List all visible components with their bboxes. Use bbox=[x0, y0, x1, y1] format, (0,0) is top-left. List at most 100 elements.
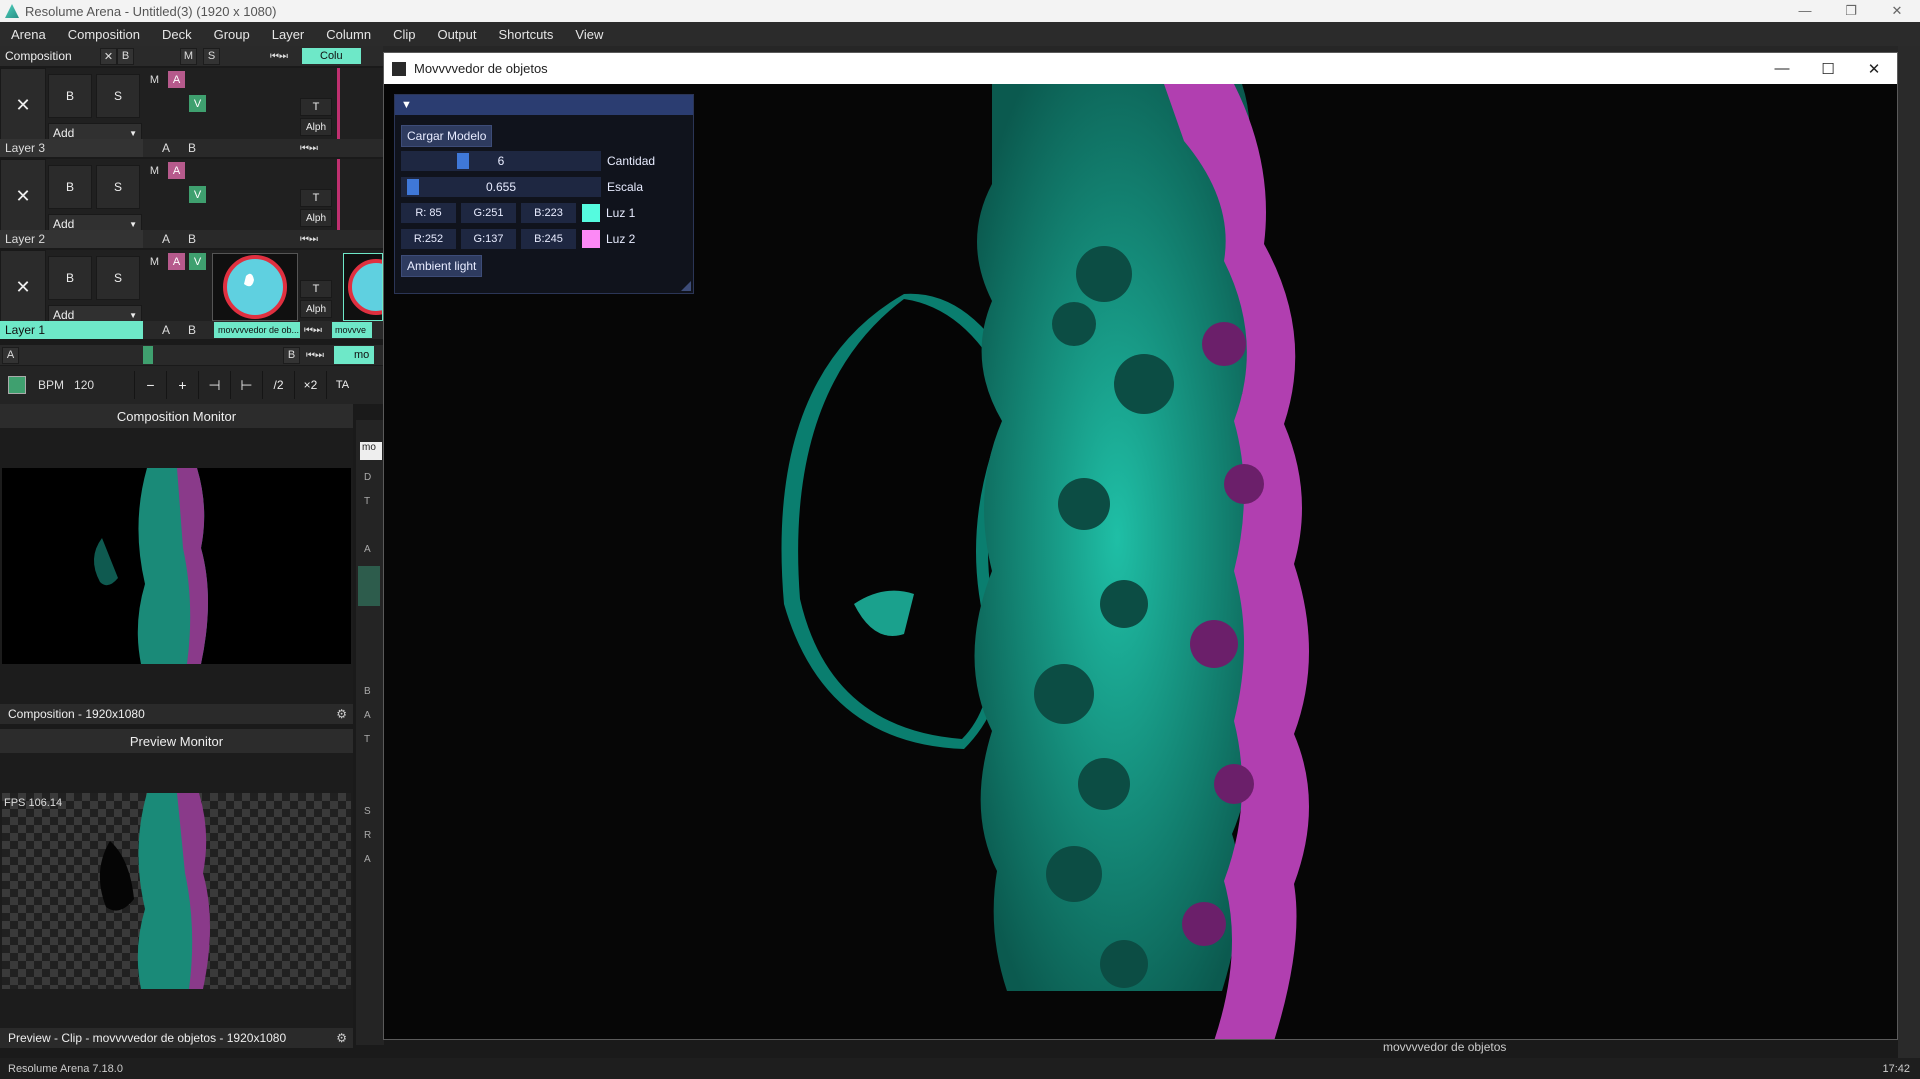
layer-m-button[interactable]: M bbox=[146, 253, 163, 270]
minimize-icon[interactable]: — bbox=[1782, 3, 1828, 19]
bpm-value[interactable]: 120 bbox=[74, 378, 134, 392]
layer-transition-button[interactable]: T bbox=[300, 189, 332, 207]
group-letter[interactable]: T bbox=[364, 496, 370, 507]
group-letter[interactable]: B bbox=[364, 686, 371, 697]
group-letter[interactable]: S bbox=[364, 806, 371, 817]
nudge-forward-icon[interactable]: ⊢ bbox=[230, 371, 262, 399]
composition-solo-button[interactable]: S bbox=[203, 47, 220, 65]
nudge-back-icon[interactable]: ⊣ bbox=[198, 371, 230, 399]
luz1-red-field[interactable]: R: 85 bbox=[401, 203, 456, 223]
layer-name[interactable]: Layer 3 bbox=[0, 139, 143, 157]
group-letter[interactable]: A bbox=[364, 854, 371, 865]
layer-transition-button[interactable]: T bbox=[300, 98, 332, 116]
layer-m-button[interactable]: M bbox=[146, 71, 163, 88]
crossfade-b-button[interactable]: B bbox=[179, 323, 205, 337]
luz1-blue-field[interactable]: B:223 bbox=[521, 203, 576, 223]
group-letter[interactable]: A bbox=[364, 710, 371, 721]
slider-knob[interactable] bbox=[407, 179, 419, 195]
minimize-icon[interactable]: — bbox=[1759, 60, 1805, 78]
resize-grip-icon[interactable] bbox=[681, 281, 691, 291]
ambient-light-button[interactable]: Ambient light bbox=[401, 255, 483, 277]
composition-clear-button[interactable]: ✕ bbox=[100, 47, 117, 65]
layer-bypass-button[interactable]: B bbox=[48, 165, 92, 209]
menu-deck[interactable]: Deck bbox=[151, 27, 203, 42]
composition-master-button[interactable]: M bbox=[180, 47, 197, 65]
bpm-tap-button[interactable]: TA bbox=[326, 371, 358, 399]
group-letter[interactable]: D bbox=[364, 472, 371, 483]
bpm-half-button[interactable]: /2 bbox=[262, 371, 294, 399]
group-letter[interactable]: R bbox=[364, 830, 371, 841]
composition-label[interactable]: Composition bbox=[0, 49, 100, 63]
menu-output[interactable]: Output bbox=[426, 27, 487, 42]
column-tab[interactable]: Colu bbox=[302, 48, 361, 64]
layer-bypass-button[interactable]: B bbox=[48, 74, 92, 118]
crossfader-handle[interactable] bbox=[143, 346, 153, 364]
clip-name-2[interactable]: movvve bbox=[332, 322, 372, 338]
slider-knob[interactable] bbox=[457, 153, 469, 169]
escala-slider[interactable]: 0.655 bbox=[401, 177, 601, 197]
gear-icon[interactable]: ⚙ bbox=[336, 707, 347, 721]
luz2-blue-field[interactable]: B:245 bbox=[521, 229, 576, 249]
cantidad-slider[interactable]: 6 bbox=[401, 151, 601, 171]
close-icon[interactable]: ✕ bbox=[1851, 60, 1897, 78]
crossfader-a-button[interactable]: A bbox=[2, 346, 19, 364]
luz2-color-swatch[interactable] bbox=[582, 230, 600, 248]
composition-bypass-button[interactable]: B bbox=[117, 47, 134, 65]
load-model-button[interactable]: Cargar Modelo bbox=[401, 125, 493, 147]
menu-clip[interactable]: Clip bbox=[382, 27, 426, 42]
menu-view[interactable]: View bbox=[564, 27, 614, 42]
menu-arena[interactable]: Arena bbox=[0, 27, 57, 42]
render-canvas[interactable]: ▼ Cargar Modelo 6 Cantidad 0.655 Escala … bbox=[384, 84, 1897, 1039]
layer-v-button[interactable]: V bbox=[189, 186, 206, 203]
layer-a-button[interactable]: A bbox=[168, 253, 185, 270]
layer-v-button[interactable]: V bbox=[189, 253, 206, 270]
menu-group[interactable]: Group bbox=[203, 27, 261, 42]
crossfade-a-button[interactable]: A bbox=[153, 141, 179, 155]
menu-composition[interactable]: Composition bbox=[57, 27, 151, 42]
clip-name[interactable]: movvvvedor de ob... bbox=[214, 322, 300, 338]
layer-name[interactable]: Layer 1 bbox=[0, 321, 143, 339]
luz1-color-swatch[interactable] bbox=[582, 204, 600, 222]
prev-next-icon[interactable]: ⏮⏭ bbox=[306, 350, 324, 361]
layer-transition-button[interactable]: T bbox=[300, 280, 332, 298]
menu-column[interactable]: Column bbox=[315, 27, 382, 42]
layer-a-button[interactable]: A bbox=[168, 162, 185, 179]
layer-v-button[interactable]: V bbox=[189, 95, 206, 112]
clip-thumbnail[interactable] bbox=[212, 253, 298, 321]
luz2-red-field[interactable]: R:252 bbox=[401, 229, 456, 249]
layer-a-button[interactable]: A bbox=[168, 71, 185, 88]
maximize-icon[interactable]: ☐ bbox=[1805, 60, 1851, 78]
menu-layer[interactable]: Layer bbox=[261, 27, 316, 42]
crossfade-b-button[interactable]: B bbox=[179, 141, 205, 155]
prev-next-icon[interactable]: ⏮⏭ bbox=[300, 143, 318, 154]
clip-thumbnail-2[interactable] bbox=[343, 253, 383, 321]
layer-clear-icon[interactable]: ✕ bbox=[0, 159, 46, 234]
bpm-decrease-button[interactable]: − bbox=[134, 371, 166, 399]
layer-solo-button[interactable]: S bbox=[96, 165, 140, 209]
layer-alpha-button[interactable]: Alph bbox=[300, 209, 332, 227]
prev-next-icon[interactable]: ⏮⏭ bbox=[304, 325, 322, 336]
bpm-double-button[interactable]: ×2 bbox=[294, 371, 326, 399]
menu-shortcuts[interactable]: Shortcuts bbox=[488, 27, 565, 42]
layer-name[interactable]: Layer 2 bbox=[0, 230, 143, 248]
crossfade-a-button[interactable]: A bbox=[153, 232, 179, 246]
gear-icon[interactable]: ⚙ bbox=[336, 1031, 347, 1045]
bpm-increase-button[interactable]: + bbox=[166, 371, 198, 399]
layer-m-button[interactable]: M bbox=[146, 162, 163, 179]
search-field-stub[interactable]: mo bbox=[360, 442, 382, 460]
crossfader-b-button[interactable]: B bbox=[283, 346, 300, 364]
crossfade-b-button[interactable]: B bbox=[179, 232, 205, 246]
layer-clear-icon[interactable]: ✕ bbox=[0, 68, 46, 143]
selected-group-stub[interactable] bbox=[358, 566, 380, 606]
close-icon[interactable]: ✕ bbox=[1874, 3, 1920, 19]
luz1-green-field[interactable]: G:251 bbox=[461, 203, 516, 223]
layer-alpha-button[interactable]: Alph bbox=[300, 300, 332, 318]
crossfade-a-button[interactable]: A bbox=[153, 323, 179, 337]
layer-solo-button[interactable]: S bbox=[96, 256, 140, 300]
layer-bypass-button[interactable]: B bbox=[48, 256, 92, 300]
metronome-icon[interactable] bbox=[8, 376, 26, 394]
layer-alpha-button[interactable]: Alph bbox=[300, 118, 332, 136]
column-clip-stub[interactable]: mo bbox=[334, 346, 374, 364]
group-letter[interactable]: T bbox=[364, 734, 370, 745]
prev-next-icon[interactable]: ⏮⏭ bbox=[270, 51, 288, 62]
